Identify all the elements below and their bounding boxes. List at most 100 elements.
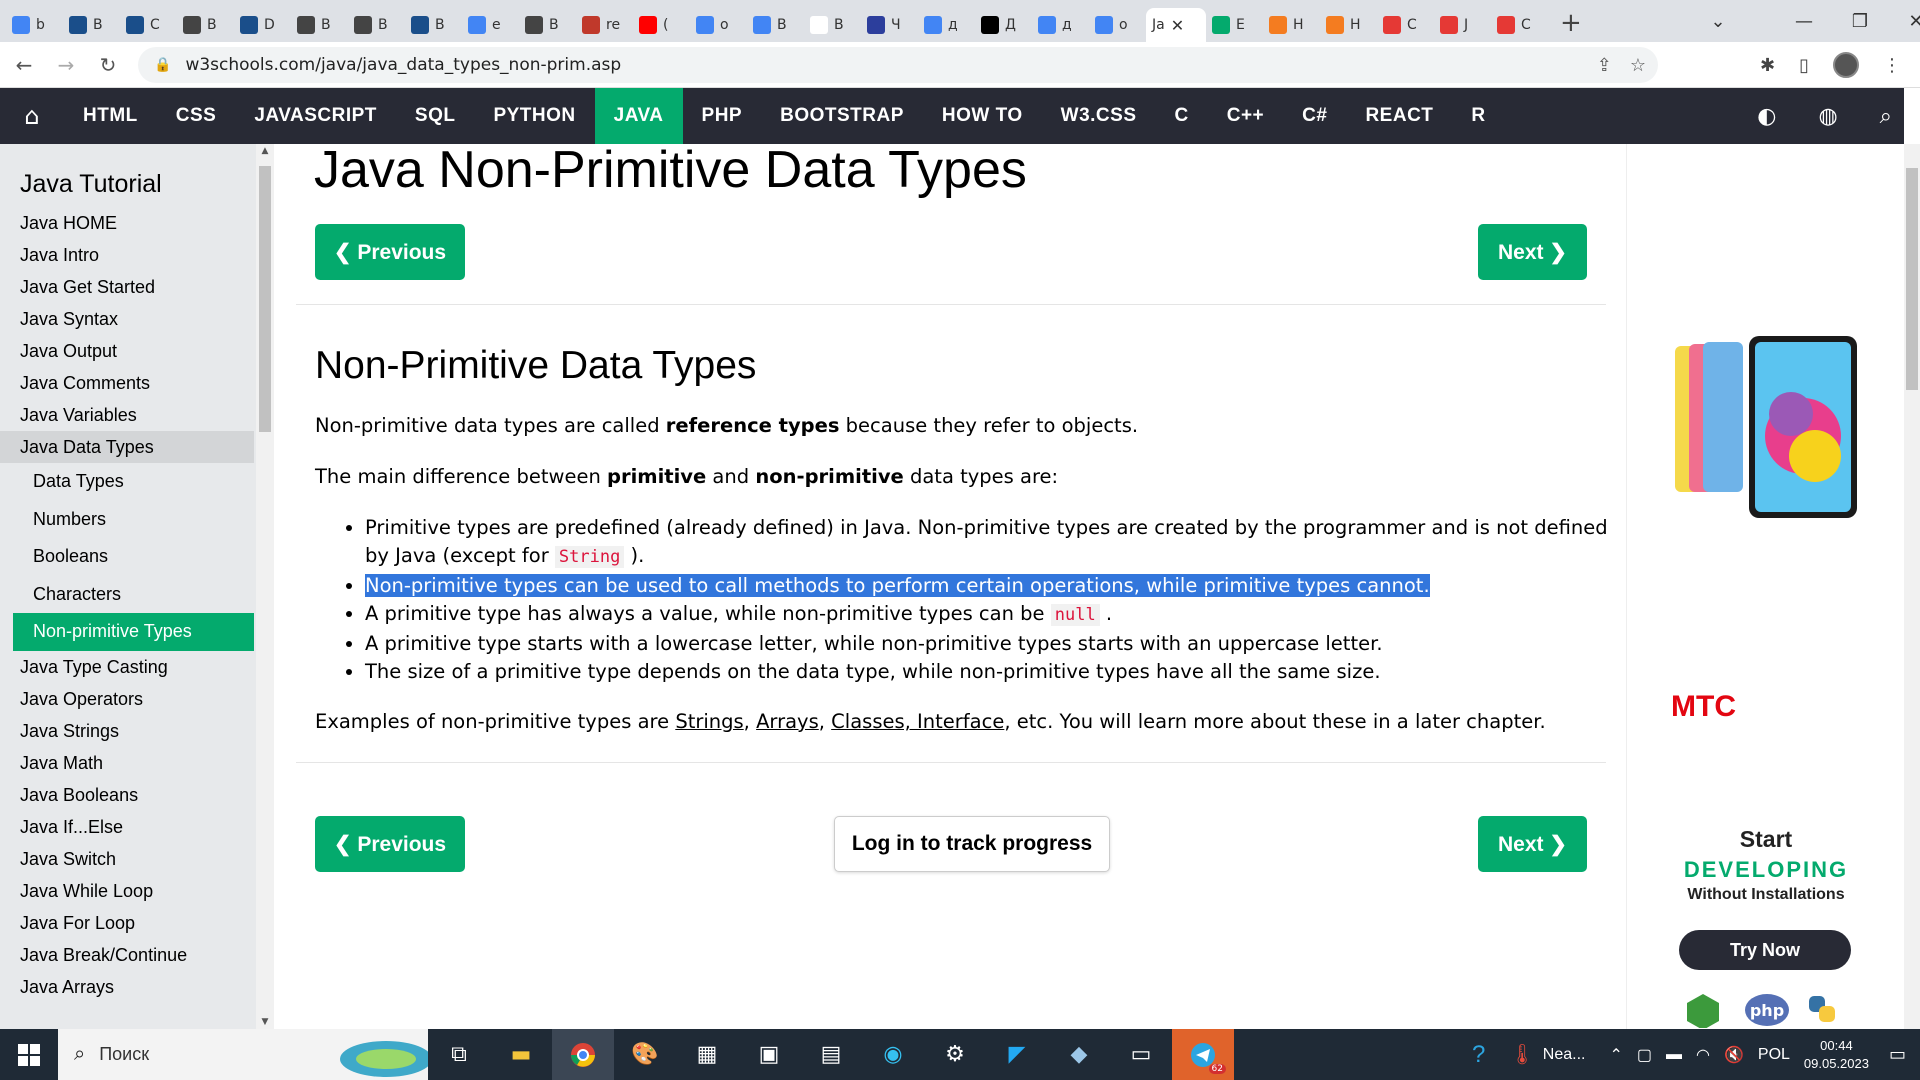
scroll-up-arrow-icon[interactable]: ▲ xyxy=(256,146,274,156)
browser-tab[interactable]: o xyxy=(1089,8,1146,42)
search-icon[interactable]: ⌕ xyxy=(1880,104,1892,129)
share-icon[interactable]: ⇪ xyxy=(1597,55,1612,76)
paint-icon[interactable]: 🎨 xyxy=(614,1029,676,1080)
sidebar-item-java-comments[interactable]: Java Comments xyxy=(0,367,254,399)
browser-tab[interactable]: д xyxy=(1032,8,1089,42)
profile-avatar[interactable] xyxy=(1833,52,1859,78)
menu-icon[interactable]: ⋮ xyxy=(1883,55,1901,76)
control-panel-icon[interactable]: ▣ xyxy=(738,1029,800,1080)
language-globe-icon[interactable]: ◍ xyxy=(1818,104,1837,129)
sidebar-item-booleans[interactable]: Booleans xyxy=(0,538,254,576)
link-classes-interface[interactable]: Classes, Interface xyxy=(831,710,1004,733)
minimize-icon[interactable]: — xyxy=(1776,11,1832,32)
link-arrays[interactable]: Arrays xyxy=(756,710,819,733)
sidebar-item-java-variables[interactable]: Java Variables xyxy=(0,399,254,431)
topnav-bootstrap[interactable]: BOOTSTRAP xyxy=(761,88,923,144)
calculator-icon[interactable]: ▦ xyxy=(676,1029,738,1080)
network-device-icon[interactable]: ▢ xyxy=(1637,1045,1652,1065)
sidebar-item-java-switch[interactable]: Java Switch xyxy=(0,843,254,875)
browser-tab[interactable]: E xyxy=(1206,8,1263,42)
notifications-icon[interactable]: ▭ xyxy=(1889,1044,1906,1065)
sidebar-item-java-operators[interactable]: Java Operators xyxy=(0,683,254,715)
browser-tab[interactable]: b xyxy=(6,8,63,42)
clock[interactable]: 00:44 09.05.2023 xyxy=(1804,1037,1869,1073)
link-strings[interactable]: Strings xyxy=(675,710,743,733)
browser-tab[interactable]: B xyxy=(63,8,120,42)
sidebar-item-data-types[interactable]: Data Types xyxy=(0,463,254,501)
sidebar-item-java-arrays[interactable]: Java Arrays xyxy=(0,971,254,1003)
browser-tab[interactable]: C xyxy=(120,8,177,42)
new-tab-icon[interactable]: + xyxy=(1560,8,1582,38)
reload-icon[interactable]: ↻ xyxy=(90,53,126,77)
sidebar-item-characters[interactable]: Characters xyxy=(0,576,254,614)
weather-text[interactable]: Nea... xyxy=(1543,1046,1586,1064)
notepad-icon[interactable]: ◆ xyxy=(1048,1029,1110,1080)
page-scrollbar-thumb[interactable] xyxy=(1906,168,1918,390)
next-button-top[interactable]: Next ❯ xyxy=(1478,224,1587,280)
sidebar-item-data-types-group[interactable]: Java Data Types xyxy=(0,431,254,463)
topnav-python[interactable]: PYTHON xyxy=(474,88,594,144)
chrome-icon[interactable] xyxy=(552,1029,614,1080)
language-indicator[interactable]: POL xyxy=(1758,1046,1790,1064)
previous-button-bottom[interactable]: ❮ Previous xyxy=(315,816,465,872)
volume-muted-icon[interactable]: 🔇 xyxy=(1724,1045,1744,1065)
scroll-down-arrow-icon[interactable]: ▼ xyxy=(256,1017,274,1027)
browser-tab[interactable]: B xyxy=(291,8,348,42)
browser-tab[interactable]: e xyxy=(462,8,519,42)
sidebar-item-java-output[interactable]: Java Output xyxy=(0,335,254,367)
previous-button-top[interactable]: ❮ Previous xyxy=(315,224,465,280)
topnav-r[interactable]: R xyxy=(1452,88,1504,144)
browser-tab[interactable]: B xyxy=(519,8,576,42)
browser-tab[interactable]: Ч xyxy=(861,8,918,42)
home-icon[interactable]: ⌂ xyxy=(0,88,64,144)
next-button-bottom[interactable]: Next ❯ xyxy=(1478,816,1587,872)
telegram-icon[interactable]: 62 xyxy=(1172,1029,1234,1080)
vscode-icon[interactable]: ◤ xyxy=(986,1029,1048,1080)
restore-icon[interactable]: ❐ xyxy=(1832,11,1888,32)
close-tab-icon[interactable]: ✕ xyxy=(1171,16,1184,35)
log-in-track-progress-button[interactable]: Log in to track progress xyxy=(834,816,1110,872)
browser-tab[interactable]: H xyxy=(1263,8,1320,42)
scrollbar-thumb[interactable] xyxy=(259,166,271,432)
topnav-csharp[interactable]: C# xyxy=(1283,88,1346,144)
topnav-html[interactable]: HTML xyxy=(64,88,157,144)
sidebar-item-java-booleans[interactable]: Java Booleans xyxy=(0,779,254,811)
battery-icon[interactable]: ▬ xyxy=(1666,1046,1682,1064)
browser-tab[interactable]: C xyxy=(1377,8,1434,42)
wifi-icon[interactable]: ◠ xyxy=(1696,1045,1710,1065)
windows-start-icon[interactable] xyxy=(0,1029,58,1080)
sidebar-item-java-if-else[interactable]: Java If...Else xyxy=(0,811,254,843)
topnav-sql[interactable]: SQL xyxy=(396,88,475,144)
theme-toggle-icon[interactable]: ◐ xyxy=(1757,104,1776,129)
topnav-css[interactable]: CSS xyxy=(157,88,236,144)
browser-tab[interactable]: J xyxy=(1434,8,1491,42)
browser-tab[interactable]: re xyxy=(576,8,633,42)
url-input[interactable]: 🔒 w3schools.com/java/java_data_types_non… xyxy=(138,47,1658,83)
sidebar-item-java-while-loop[interactable]: Java While Loop xyxy=(0,875,254,907)
sidebar-item-java-type-casting[interactable]: Java Type Casting xyxy=(0,651,254,683)
sidebar-item-numbers[interactable]: Numbers xyxy=(0,501,254,539)
sidebar-item-non-primitive-types[interactable]: Non-primitive Types xyxy=(13,613,254,651)
extensions-icon[interactable]: ✱ xyxy=(1760,55,1775,76)
file-explorer-icon[interactable]: ▬ xyxy=(490,1029,552,1080)
terminal-icon[interactable]: ▭ xyxy=(1110,1029,1172,1080)
bookmark-star-icon[interactable]: ☆ xyxy=(1630,55,1646,76)
topnav-java[interactable]: JAVA xyxy=(594,88,683,144)
sidebar-item-java-math[interactable]: Java Math xyxy=(0,747,254,779)
browser-tab[interactable]: D xyxy=(234,8,291,42)
browser-tab[interactable]: B xyxy=(804,8,861,42)
topnav-w3-css[interactable]: W3.CSS xyxy=(1042,88,1156,144)
browser-tab[interactable]: B xyxy=(348,8,405,42)
browser-tab[interactable]: Д xyxy=(975,8,1032,42)
browser-tab[interactable]: B xyxy=(747,8,804,42)
sidebar-scrollbar[interactable]: ▲ ▼ xyxy=(256,144,274,1029)
browser-tab[interactable]: ( xyxy=(633,8,690,42)
browser-tab[interactable]: H xyxy=(1320,8,1377,42)
sidebar-item-java-for-loop[interactable]: Java For Loop xyxy=(0,907,254,939)
close-window-icon[interactable]: ✕ xyxy=(1888,11,1920,32)
tray-chevron-icon[interactable]: ⌃ xyxy=(1609,1045,1622,1065)
topnav-php[interactable]: PHP xyxy=(683,88,762,144)
side-panel-icon[interactable]: ▯ xyxy=(1799,55,1809,76)
browser-tab[interactable]: C xyxy=(1491,8,1548,42)
task-view-icon[interactable]: ⧉ xyxy=(428,1029,490,1080)
